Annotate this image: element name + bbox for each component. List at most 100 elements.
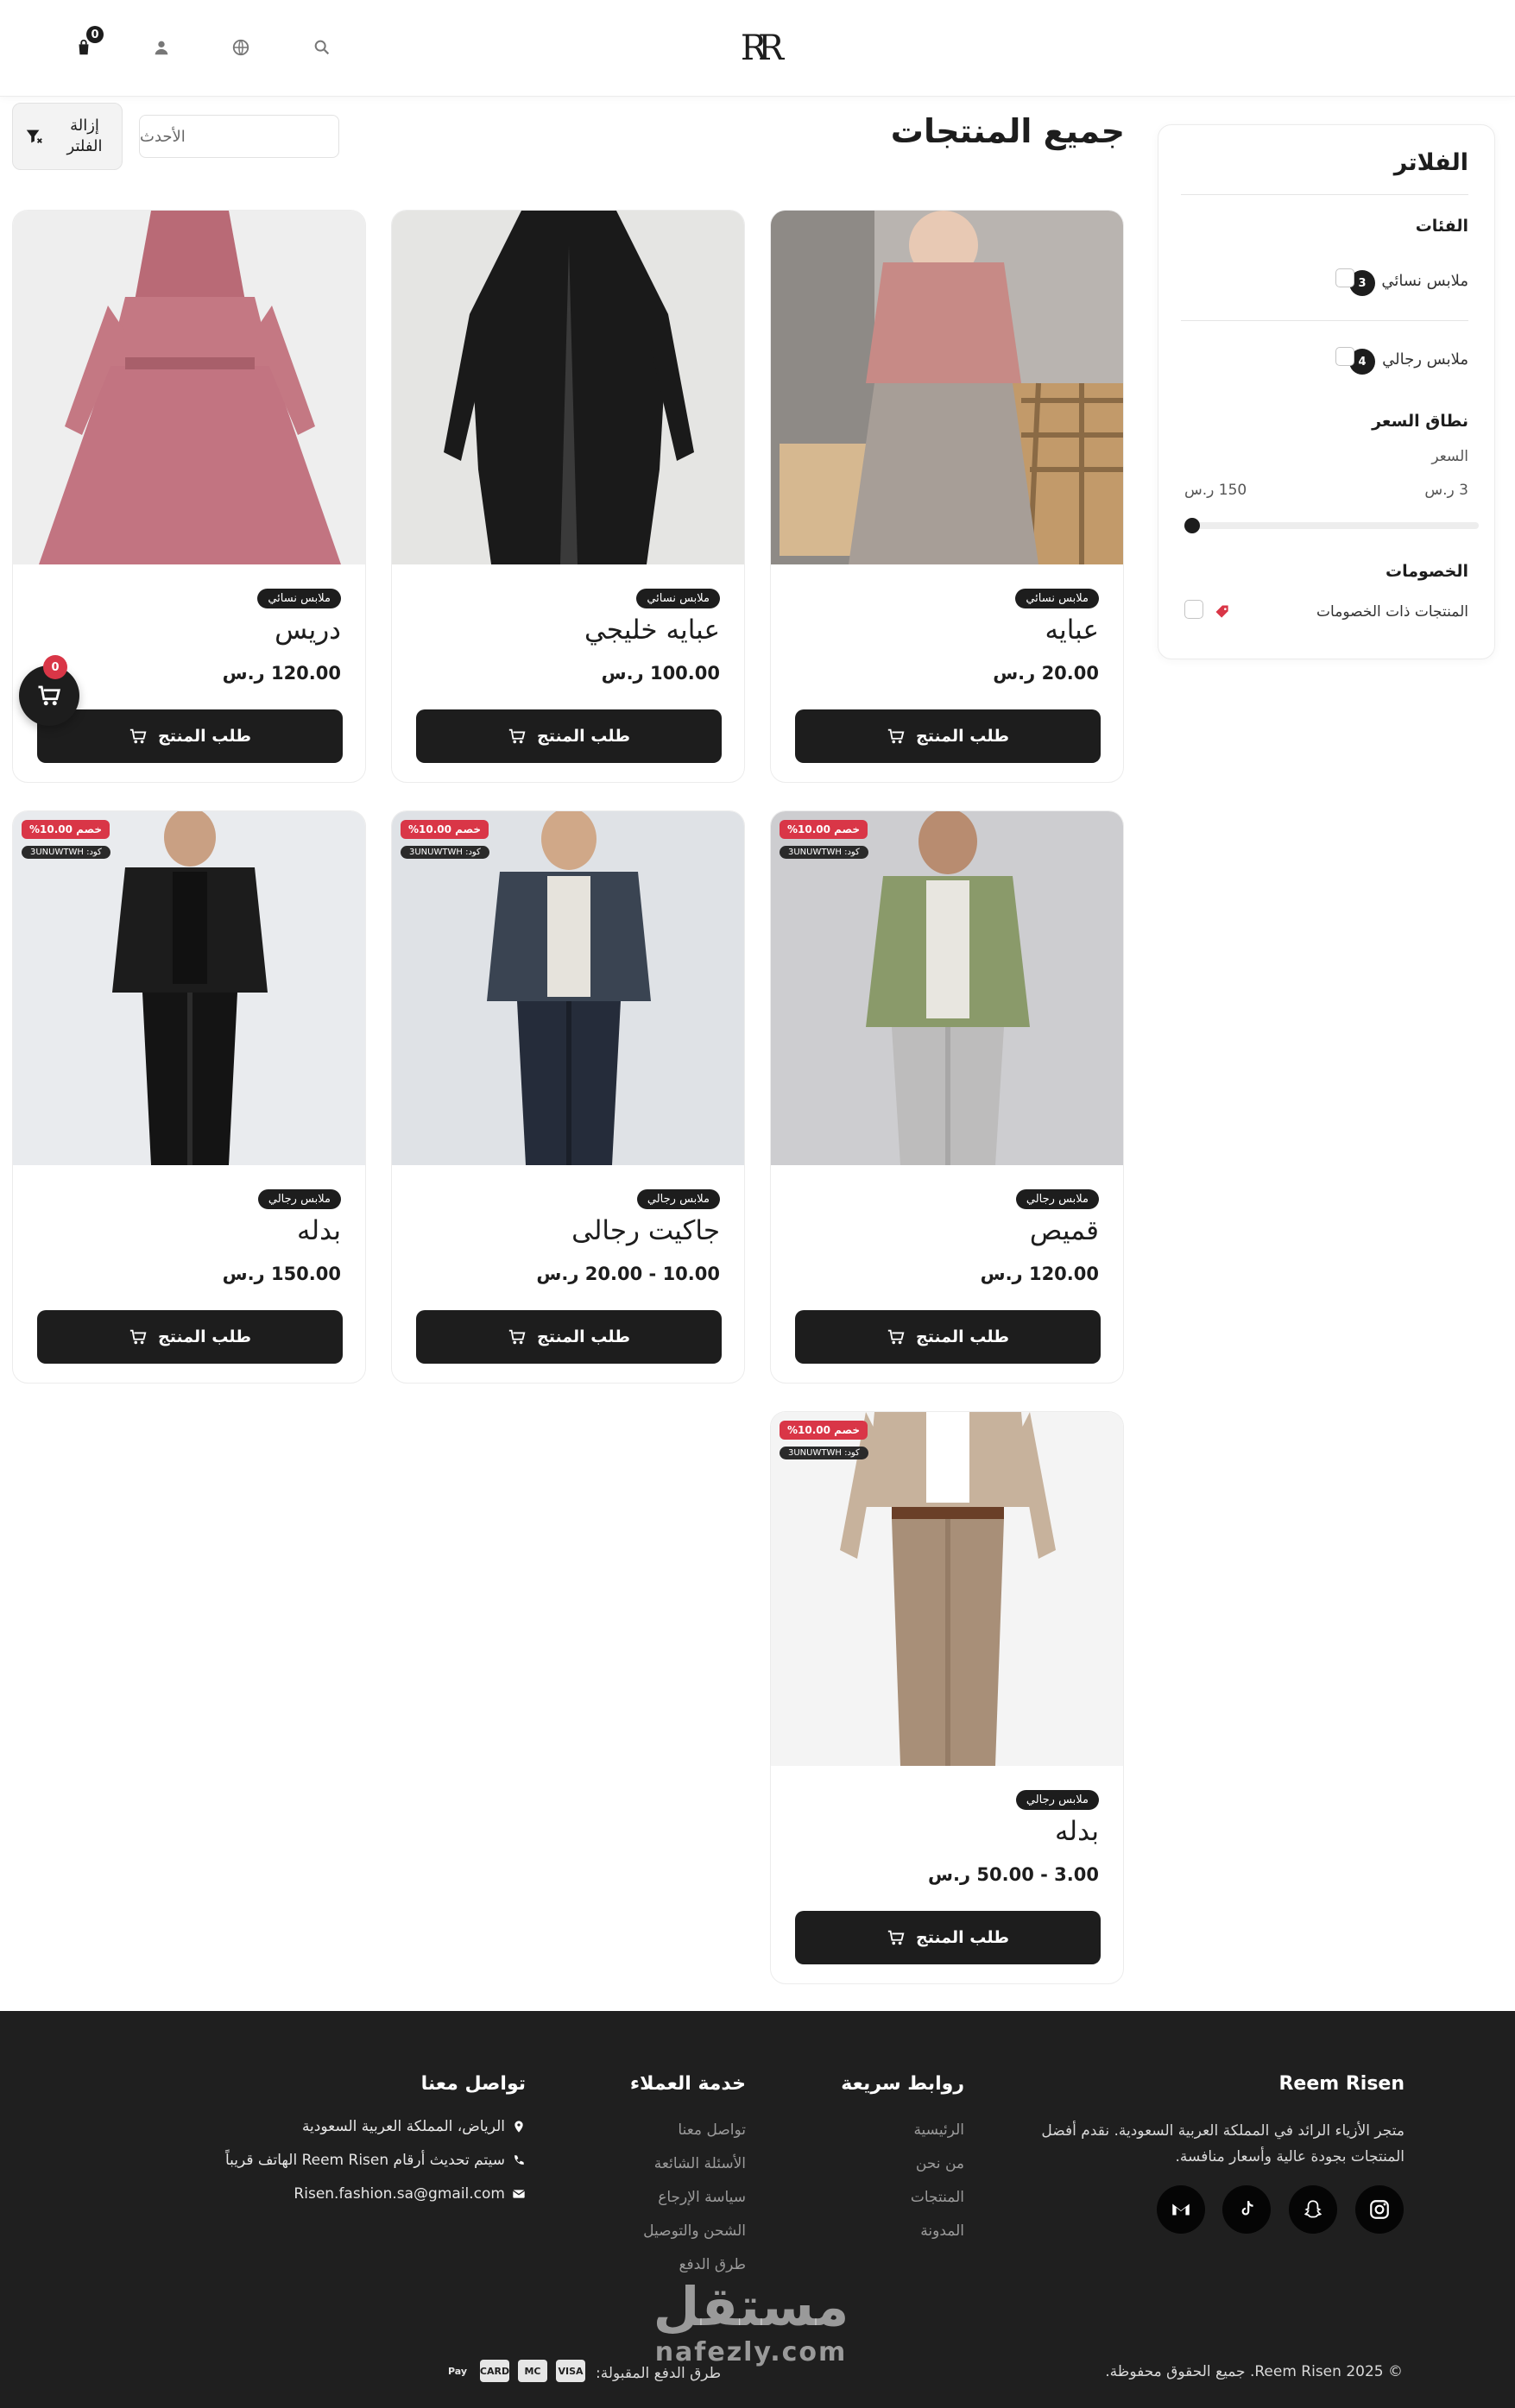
product-card[interactable]: ملابس نسائي عبايه خليجي 100.00 ر.س طلب ا… xyxy=(391,210,745,783)
cart-icon xyxy=(887,728,905,744)
cart-icon xyxy=(508,1329,526,1345)
product-name[interactable]: قميص xyxy=(1030,1215,1099,1246)
sort-select[interactable]: الأحدث xyxy=(139,115,339,158)
order-button-label: طلب المنتج xyxy=(537,727,630,746)
price-range-thumb[interactable] xyxy=(1184,518,1200,533)
product-name[interactable]: جاكيت رجالى xyxy=(571,1215,720,1246)
product-name[interactable]: عبايه خليجي xyxy=(584,615,720,646)
language-button[interactable] xyxy=(226,33,256,62)
discounted-products-label: المنتجات ذات الخصومات xyxy=(1316,603,1468,621)
product-category-badge: ملابس رجالي xyxy=(636,1189,720,1209)
product-category-badge: ملابس رجالي xyxy=(1015,1189,1099,1209)
footer-phone: سيتم تحديث أرقام Reem Risen الهاتف قريبا… xyxy=(225,2152,526,2169)
product-photo xyxy=(13,211,365,564)
gmail-link[interactable] xyxy=(1157,2185,1205,2234)
category-label: ملابس نسائي xyxy=(1381,272,1468,290)
category-label: ملابس رجالي xyxy=(1382,350,1468,369)
footer-link-about[interactable]: من نحن xyxy=(916,2155,964,2172)
footer-link-home[interactable]: الرئيسية xyxy=(913,2121,964,2139)
product-price: 3.00 - 50.00 ر.س xyxy=(928,1864,1099,1885)
instagram-link[interactable] xyxy=(1355,2185,1404,2234)
product-category-badge: ملابس نسائي xyxy=(257,589,341,608)
discount-badge: %10.00 خصم xyxy=(780,1421,868,1440)
customer-service-title: خدمة العملاء xyxy=(629,2073,746,2095)
product-card[interactable]: %10.00 خصم كود: 3UNUWTWH ملابس رجالي جاك… xyxy=(391,810,745,1384)
footer-link-payment[interactable]: طرق الدفع xyxy=(679,2256,746,2273)
clear-filter-button[interactable]: إزالة الفلتر xyxy=(12,103,123,170)
product-name[interactable]: بدله xyxy=(1055,1816,1099,1847)
footer-email[interactable]: Risen.fashion.sa@gmail.com xyxy=(294,2185,526,2203)
tiktok-link[interactable] xyxy=(1222,2185,1271,2234)
footer-phone-text: سيتم تحديث أرقام Reem Risen الهاتف قريبا… xyxy=(224,2152,505,2169)
filters-divider xyxy=(1181,320,1468,321)
product-image[interactable] xyxy=(771,211,1123,564)
product-image[interactable] xyxy=(771,811,1123,1165)
product-category-badge: ملابس رجالي xyxy=(257,1189,341,1209)
footer-link-blog[interactable]: المدونة xyxy=(920,2222,964,2240)
product-image[interactable] xyxy=(13,811,365,1165)
discount-code-badge: كود: 3UNUWTWH xyxy=(401,846,489,859)
cart-icon xyxy=(508,728,526,744)
filters-divider xyxy=(1181,194,1468,195)
order-product-button[interactable]: طلب المنتج xyxy=(416,1310,722,1364)
watermark-arabic: مستقل xyxy=(653,2275,849,2338)
order-product-button[interactable]: طلب المنتج xyxy=(795,1310,1101,1364)
footer-link-returns[interactable]: سياسة الإرجاع xyxy=(658,2189,746,2206)
product-card[interactable]: ملابس نسائي عبايه 20.00 ر.س طلب المنتج xyxy=(770,210,1124,783)
order-product-button[interactable]: طلب المنتج xyxy=(795,1911,1101,1964)
product-price: 100.00 ر.س xyxy=(601,663,720,684)
page-title: جميع المنتجات xyxy=(890,112,1125,150)
discounts-title: الخصومات xyxy=(1386,562,1468,581)
tiktok-icon xyxy=(1241,2201,1253,2216)
credit-card-icon: CARD xyxy=(480,2360,509,2382)
product-name[interactable]: دريس xyxy=(275,615,341,646)
order-product-button[interactable]: طلب المنتج xyxy=(37,709,343,763)
product-photo xyxy=(392,811,744,1165)
product-image[interactable] xyxy=(392,211,744,564)
product-category-badge: ملابس رجالي xyxy=(1015,1790,1099,1810)
location-pin-icon xyxy=(514,2121,523,2133)
product-category-badge: ملابس نسائي xyxy=(636,589,720,608)
discount-badge: %10.00 خصم xyxy=(22,820,110,839)
snapchat-link[interactable] xyxy=(1289,2185,1337,2234)
site-logo[interactable]: RR xyxy=(734,24,784,72)
product-image[interactable] xyxy=(13,211,365,564)
globe-icon xyxy=(232,39,249,56)
cart-button[interactable]: 0 xyxy=(69,26,104,62)
order-product-button[interactable]: طلب المنتج xyxy=(795,709,1101,763)
discount-badge: %10.00 خصم xyxy=(401,820,489,839)
discounted-products-checkbox[interactable] xyxy=(1184,600,1203,619)
order-button-label: طلب المنتج xyxy=(916,1327,1009,1346)
category-checkbox[interactable] xyxy=(1335,347,1354,366)
product-photo xyxy=(392,211,744,564)
product-image[interactable] xyxy=(392,811,744,1165)
footer-about-line: متجر الأزياء الرائد في المملكة العربية ا… xyxy=(1041,2122,1405,2140)
product-price: 10.00 - 20.00 ر.س xyxy=(536,1264,720,1284)
categories-title: الفئات xyxy=(1415,217,1468,236)
product-name[interactable]: بدله xyxy=(297,1215,341,1246)
product-image[interactable] xyxy=(771,1412,1123,1766)
order-product-button[interactable]: طلب المنتج xyxy=(416,709,722,763)
filters-title: الفلاتر xyxy=(1393,149,1468,176)
product-card[interactable]: %10.00 خصم كود: 3UNUWTWH ملابس رجالي قمي… xyxy=(770,810,1124,1384)
search-button[interactable] xyxy=(307,33,337,62)
product-name[interactable]: عبايه xyxy=(1045,615,1099,646)
price-range-slider[interactable] xyxy=(1191,522,1479,529)
quick-links-title: روابط سريعة xyxy=(841,2073,964,2095)
footer-address-text: الرياض، المملكة العربية السعودية xyxy=(301,2118,505,2135)
order-product-button[interactable]: طلب المنتج xyxy=(37,1310,343,1364)
footer-link-contact[interactable]: تواصل معنا xyxy=(678,2121,746,2139)
product-card[interactable]: %10.00 خصم كود: 3UNUWTWH ملابس رجالي بدل… xyxy=(770,1411,1124,1984)
footer-link-products[interactable]: المنتجات xyxy=(911,2189,964,2206)
cart-icon xyxy=(38,685,61,706)
account-button[interactable] xyxy=(147,33,176,62)
category-checkbox[interactable] xyxy=(1335,268,1354,287)
footer-link-shipping[interactable]: الشحن والتوصيل xyxy=(643,2222,746,2240)
footer-link-faq[interactable]: الأسئلة الشائعة xyxy=(654,2155,746,2172)
product-card[interactable]: %10.00 خصم كود: 3UNUWTWH ملابس رجالي بدل… xyxy=(12,810,366,1384)
price-max-value: 150 ر.س xyxy=(1184,482,1247,499)
product-photo xyxy=(771,1412,1123,1766)
product-category-badge: ملابس نسائي xyxy=(1015,589,1099,608)
discount-code-badge: كود: 3UNUWTWH xyxy=(22,846,110,859)
search-icon xyxy=(314,40,330,55)
